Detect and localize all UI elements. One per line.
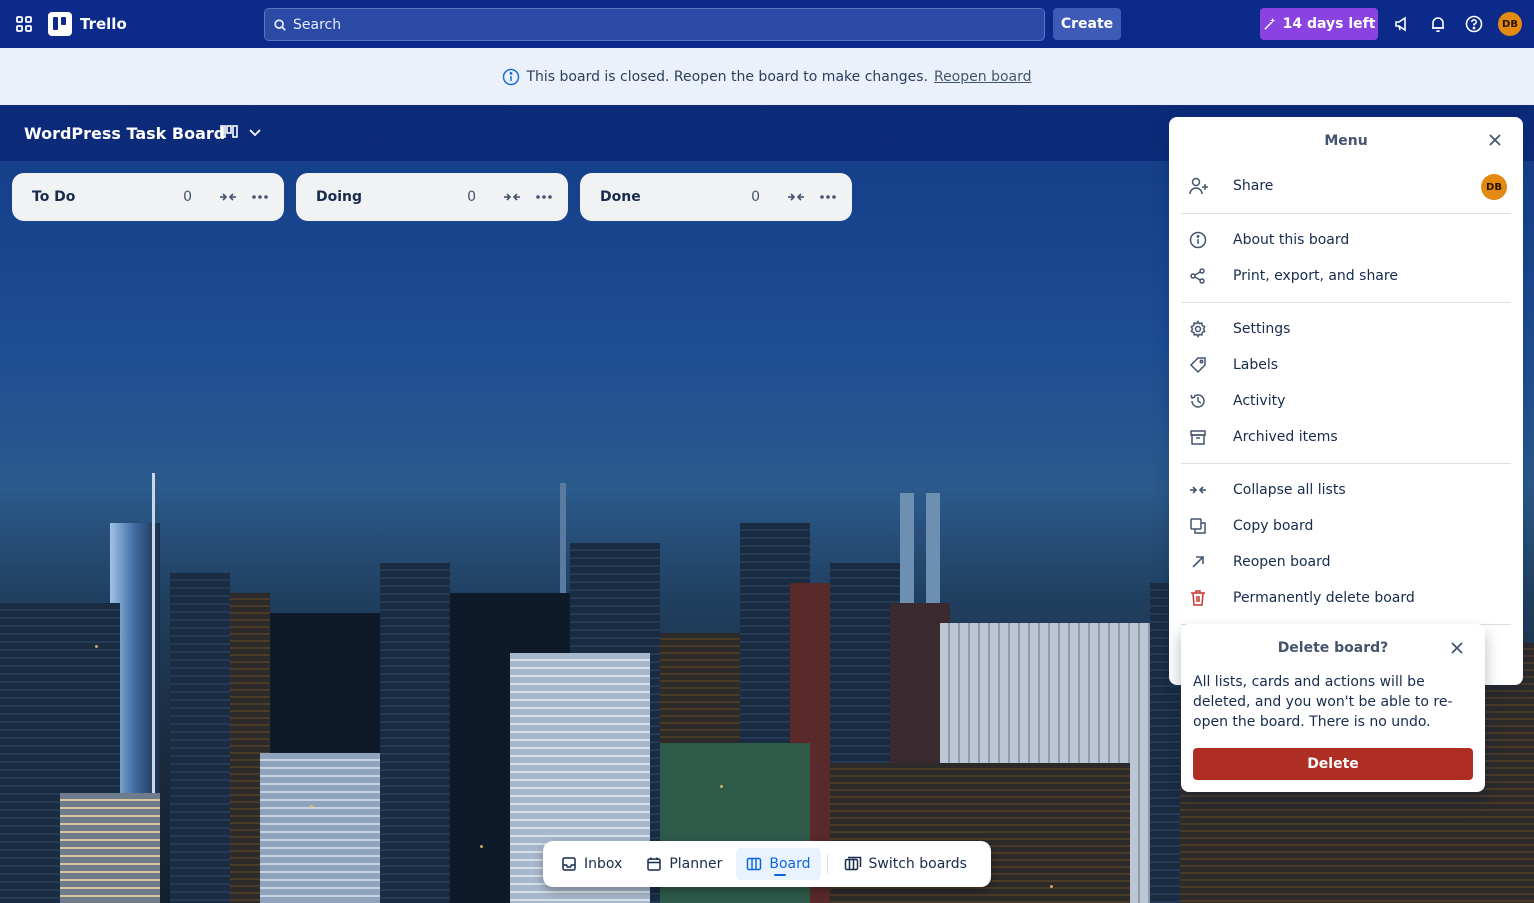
trello-logo-icon [48, 12, 72, 36]
list-to-do[interactable]: To Do 0 [12, 173, 284, 221]
calendar-icon [647, 857, 662, 871]
menu-item-label: Settings [1233, 321, 1291, 337]
apps-grid-icon[interactable] [14, 14, 34, 34]
menu-item-label: Print, export, and share [1233, 268, 1398, 284]
board-view-icon [220, 125, 238, 138]
menu-title: Menu [1324, 133, 1368, 149]
banner-message: This board is closed. Reopen the board t… [526, 68, 928, 85]
archive-icon [1189, 427, 1213, 447]
inbox-icon [562, 857, 576, 871]
reopen-board-link[interactable]: Reopen board [934, 69, 1032, 85]
nav-label: Switch boards [868, 856, 967, 872]
menu-item-label: About this board [1233, 232, 1350, 248]
switch-boards-icon [844, 856, 861, 871]
collapse-list-icon[interactable] [786, 187, 806, 207]
menu-item-permanently-delete-board[interactable]: Permanently delete board [1181, 581, 1511, 615]
arrow-up-right-icon [1189, 552, 1213, 572]
more-options-icon[interactable] [818, 187, 838, 207]
menu-item-label: Collapse all lists [1233, 482, 1346, 498]
nav-label: Board [769, 856, 811, 872]
nav-inbox[interactable]: Inbox [551, 848, 632, 880]
menu-item-reopen-board[interactable]: Reopen board [1181, 545, 1511, 579]
closed-board-banner: This board is closed. Reopen the board t… [0, 48, 1534, 105]
menu-item-label: Activity [1233, 393, 1286, 409]
menu-divider [1181, 302, 1511, 303]
list-title[interactable]: Doing [316, 189, 467, 205]
nav-switch-boards[interactable]: Switch boards [834, 848, 977, 880]
nav-board[interactable]: Board [736, 848, 821, 880]
menu-item-about-this-board[interactable]: About this board [1181, 223, 1511, 257]
trello-logo[interactable]: Trello [48, 12, 127, 36]
trash-icon [1189, 588, 1213, 608]
board-view-switcher[interactable] [220, 124, 262, 140]
tag-icon [1189, 355, 1213, 375]
gear-icon [1189, 319, 1213, 339]
share-nodes-icon [1189, 266, 1213, 286]
menu-item-print-export-share[interactable]: Print, export, and share [1181, 259, 1511, 293]
menu-item-label: Reopen board [1233, 554, 1331, 570]
bottom-navigation: Inbox Planner Board Switch boards [543, 841, 991, 887]
board-icon [747, 857, 762, 871]
menu-item-collapse-all-lists[interactable]: Collapse all lists [1181, 473, 1511, 507]
list-title[interactable]: To Do [32, 189, 183, 205]
chevron-down-icon [249, 129, 261, 137]
menu-item-label: Permanently delete board [1233, 590, 1415, 606]
popover-body: All lists, cards and actions will be del… [1193, 674, 1453, 730]
list-doing[interactable]: Doing 0 [296, 173, 568, 221]
popover-title: Delete board? [1277, 640, 1389, 656]
list-card-count: 0 [183, 189, 192, 205]
menu-item-settings[interactable]: Settings [1181, 312, 1511, 346]
app-name: Trello [80, 15, 127, 33]
delete-board-popover: Delete board? All lists, cards and actio… [1181, 624, 1485, 792]
list-card-count: 0 [467, 189, 476, 205]
info-icon [503, 68, 520, 85]
trial-button[interactable]: 14 days left [1260, 8, 1378, 40]
trial-label: 14 days left [1282, 16, 1376, 32]
info-icon [1189, 230, 1213, 250]
menu-item-archived-items[interactable]: Archived items [1181, 420, 1511, 454]
megaphone-icon[interactable] [1391, 13, 1413, 35]
close-icon[interactable] [1447, 638, 1467, 658]
share-member-avatar[interactable]: DB [1481, 174, 1507, 200]
nav-label: Planner [669, 856, 723, 872]
history-icon [1189, 391, 1213, 411]
menu-item-activity[interactable]: Activity [1181, 384, 1511, 418]
collapse-list-icon[interactable] [218, 187, 238, 207]
delete-button[interactable]: Delete [1193, 748, 1473, 780]
menu-item-label: Share [1233, 178, 1274, 194]
collapse-icon [1189, 480, 1213, 500]
menu-divider [1181, 463, 1511, 464]
collapse-list-icon[interactable] [502, 187, 522, 207]
more-options-icon[interactable] [250, 187, 270, 207]
nav-planner[interactable]: Planner [636, 848, 732, 880]
search-input[interactable] [293, 16, 993, 33]
board-title[interactable]: WordPress Task Board [24, 124, 225, 143]
menu-item-label: Labels [1233, 357, 1279, 373]
menu-item-share[interactable]: Share [1181, 169, 1511, 203]
create-button[interactable]: Create [1053, 8, 1121, 40]
help-icon[interactable] [1463, 13, 1485, 35]
sparkle-icon [1263, 17, 1275, 30]
board-menu-panel: Menu Share DB About this board Print, ex… [1169, 117, 1523, 685]
menu-item-labels[interactable]: Labels [1181, 348, 1511, 382]
top-navigation-bar: Trello Create 14 days left DB [0, 0, 1534, 48]
menu-item-label: Copy board [1233, 518, 1314, 534]
list-card-count: 0 [751, 189, 760, 205]
add-person-icon [1189, 176, 1213, 196]
close-icon[interactable] [1485, 130, 1505, 150]
more-options-icon[interactable] [534, 187, 554, 207]
copy-icon [1189, 516, 1213, 536]
bell-icon[interactable] [1427, 13, 1449, 35]
list-done[interactable]: Done 0 [580, 173, 852, 221]
menu-item-copy-board[interactable]: Copy board [1181, 509, 1511, 543]
list-title[interactable]: Done [600, 189, 751, 205]
search-icon [274, 18, 286, 31]
nav-divider [826, 854, 828, 874]
user-avatar[interactable]: DB [1498, 12, 1522, 36]
menu-divider [1181, 213, 1511, 214]
nav-label: Inbox [584, 856, 623, 872]
menu-item-label: Archived items [1233, 429, 1338, 445]
search-box[interactable] [264, 8, 1045, 41]
